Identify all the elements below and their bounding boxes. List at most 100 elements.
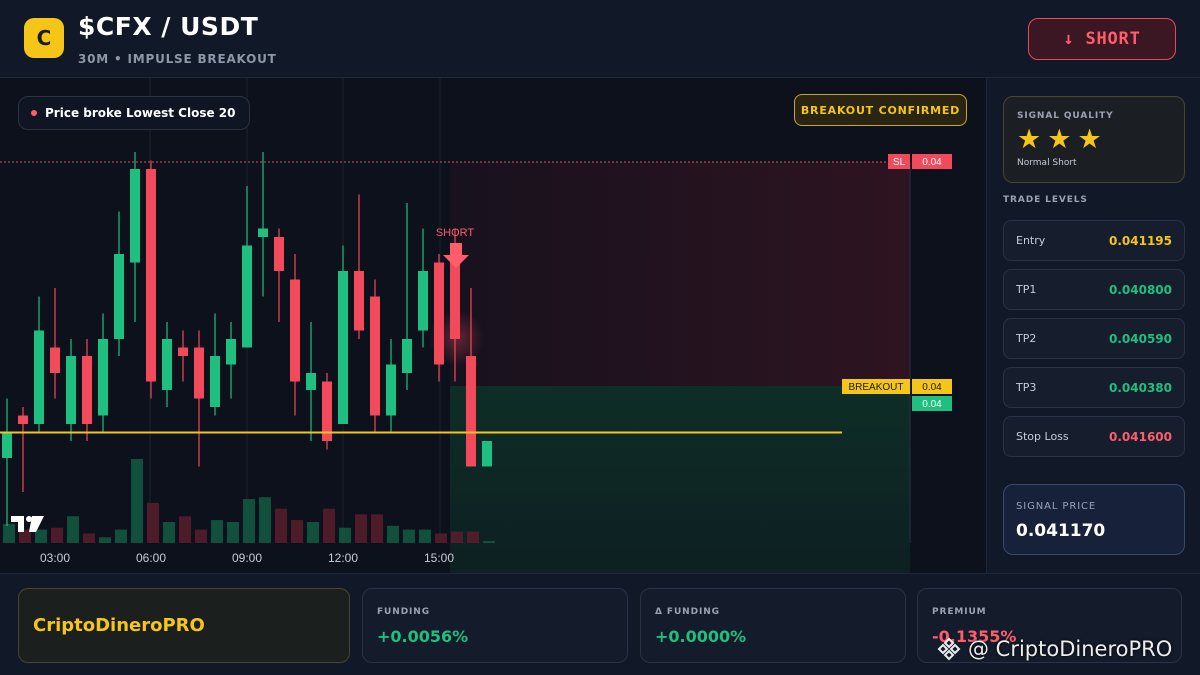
tradingview-logo-icon[interactable] <box>10 514 46 534</box>
level-entry: Entry 0.041195 <box>1003 220 1185 261</box>
volume-bar <box>259 497 271 543</box>
time-tick-label: 09:00 <box>232 551 262 565</box>
volume-bar <box>99 537 111 543</box>
time-axis: 03:00 06:00 09:00 12:00 15:00 <box>40 551 454 565</box>
short-button[interactable]: ↓ SHORT <box>1028 18 1176 60</box>
volume-bar <box>467 531 479 543</box>
price-chart[interactable]: SHORT SL 0.04 BREAKOUT 0.04 0.04 03:00 06… <box>0 78 986 573</box>
candle-body <box>82 356 92 424</box>
rating-stars: ★ ★ ★ <box>1017 125 1102 155</box>
signal-quality-label: SIGNAL QUALITY <box>1017 111 1114 121</box>
volume-bar <box>371 514 383 543</box>
svg-text:0.04: 0.04 <box>922 157 942 168</box>
time-tick-label: 12:00 <box>328 551 358 565</box>
candlestick-chart[interactable]: SHORT SL 0.04 BREAKOUT 0.04 0.04 03:00 06… <box>0 78 986 573</box>
level-stop-loss: Stop Loss 0.041600 <box>1003 416 1185 457</box>
candle-body <box>306 373 316 390</box>
candle-body <box>162 339 172 390</box>
candle-body <box>370 296 380 416</box>
candle-body <box>66 356 76 424</box>
delta-funding-label: Δ FUNDING <box>655 607 720 617</box>
svg-text:SL: SL <box>893 157 906 168</box>
signal-quality-card: SIGNAL QUALITY ★ ★ ★ Normal Short <box>1003 96 1185 183</box>
level-value: 0.041600 <box>1108 429 1172 444</box>
reward-zone <box>450 386 910 573</box>
time-tick-label: 15:00 <box>424 551 454 565</box>
candle-body <box>98 339 108 416</box>
level-value: 0.041195 <box>1108 233 1172 248</box>
candle-body <box>482 441 492 467</box>
volume-bar <box>67 516 79 543</box>
candle-body <box>34 330 44 424</box>
candle-body <box>386 364 396 416</box>
level-name: TP2 <box>1016 332 1037 345</box>
volume-bar <box>147 502 159 543</box>
binance-icon <box>937 637 961 661</box>
watermark: @ CriptoDineroPRO <box>936 634 1172 664</box>
candle-body <box>114 254 124 339</box>
candle-body <box>258 228 268 237</box>
candle-body <box>130 169 140 263</box>
funding-card: FUNDING +0.0056% <box>362 588 628 663</box>
svg-text:0.04: 0.04 <box>922 399 942 410</box>
level-value: 0.040800 <box>1108 282 1172 297</box>
signal-price-label: SIGNAL PRICE <box>1016 501 1097 512</box>
volume-bar <box>131 459 143 543</box>
level-name: Entry <box>1016 234 1046 247</box>
candle-body <box>466 356 476 467</box>
volume-bar <box>387 525 399 543</box>
candle-body <box>418 271 428 331</box>
candle-body <box>402 339 412 373</box>
candle-body <box>226 339 236 365</box>
volume-bar <box>115 529 127 543</box>
timeframe-subtitle: 30M • IMPULSE BREAKOUT <box>78 52 277 66</box>
candle-body <box>338 271 348 424</box>
volume-bars <box>3 459 495 543</box>
risk-zone <box>450 162 910 386</box>
level-value: 0.040380 <box>1108 380 1172 395</box>
sl-price-tag: SL 0.04 <box>888 154 952 169</box>
level-tp2: TP2 0.040590 <box>1003 318 1185 359</box>
volume-bar <box>323 508 335 543</box>
candle-body <box>274 237 284 271</box>
premium-label: PREMIUM <box>932 607 987 617</box>
volume-bar <box>211 520 223 543</box>
legend-text: Price broke Lowest Close 20 <box>45 106 236 120</box>
trade-levels-label: TRADE LEVELS <box>1003 195 1088 205</box>
signal-sidebar: SIGNAL QUALITY ★ ★ ★ Normal Short TRADE … <box>986 78 1200 573</box>
volume-bar <box>339 527 351 543</box>
brand-name: CriptoDineroPRO <box>33 615 205 636</box>
header-bar: C $CFX / USDT 30M • IMPULSE BREAKOUT ↓ S… <box>0 0 1200 78</box>
watermark-text: @ CriptoDineroPRO <box>968 637 1173 661</box>
breakout-confirmed-badge: BREAKOUT CONFIRMED <box>794 94 967 126</box>
last-price-tag: 0.04 <box>912 396 952 411</box>
volume-bar <box>483 541 495 543</box>
volume-bar <box>355 514 367 543</box>
volume-bar <box>291 520 303 543</box>
signal-price-card: SIGNAL PRICE 0.041170 <box>1003 484 1185 555</box>
pair-title: $CFX / USDT <box>78 12 259 41</box>
candle-body <box>290 279 300 382</box>
volume-bar <box>451 531 463 543</box>
funding-label: FUNDING <box>377 607 431 617</box>
coin-logo: C <box>24 18 64 58</box>
candle-body <box>146 169 156 382</box>
candle-body <box>2 432 12 458</box>
volume-bar <box>403 529 415 543</box>
volume-bar <box>227 522 239 543</box>
level-name: TP3 <box>1016 381 1037 394</box>
entry-glow <box>428 310 484 366</box>
delta-funding-card: Δ FUNDING +0.0000% <box>640 588 906 663</box>
star-icon: ★ <box>1077 124 1102 155</box>
star-icon: ★ <box>1017 124 1042 155</box>
level-tp1: TP1 0.040800 <box>1003 269 1185 310</box>
funding-value: +0.0056% <box>377 627 469 646</box>
chart-legend: Price broke Lowest Close 20 <box>18 96 251 130</box>
candle-body <box>50 347 60 373</box>
volume-bar <box>83 533 95 543</box>
level-name: TP1 <box>1016 283 1037 296</box>
volume-bar <box>163 522 175 543</box>
candle-body <box>354 271 364 331</box>
signal-price-value: 0.041170 <box>1016 521 1106 541</box>
volume-bar <box>307 522 319 543</box>
